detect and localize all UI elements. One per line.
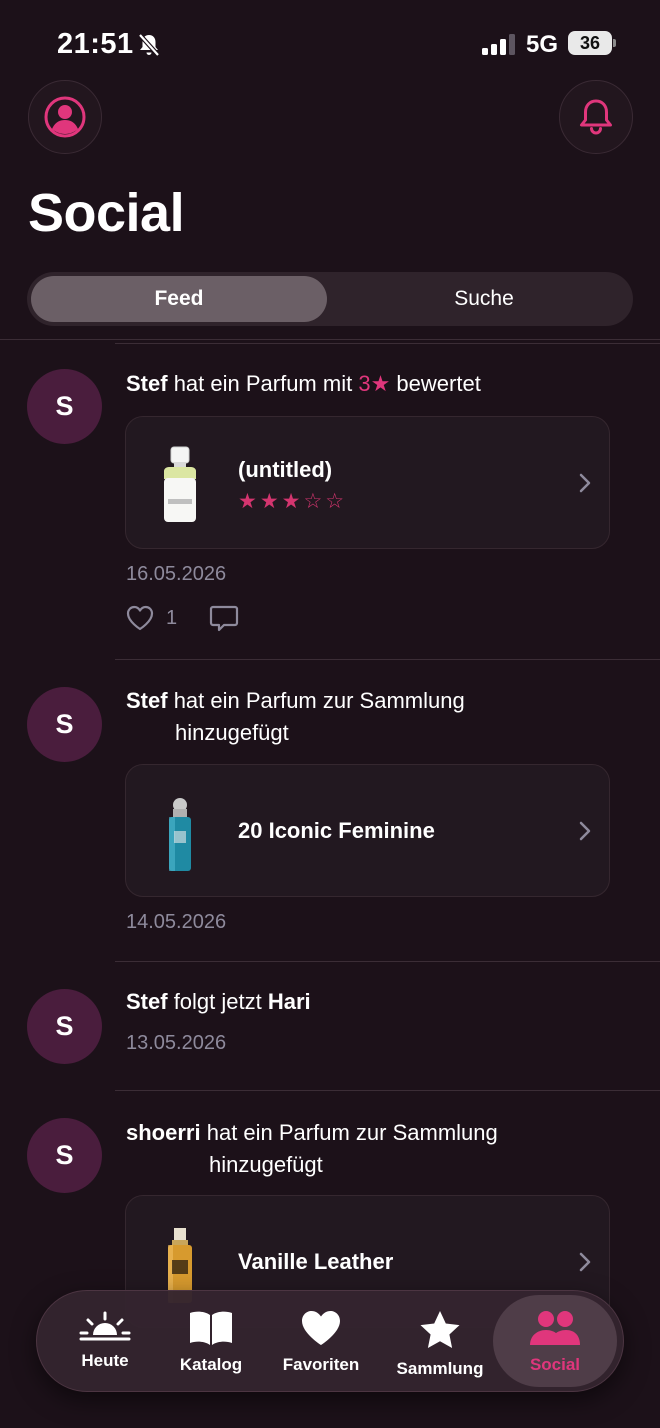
battery-icon: 36 xyxy=(568,31,616,55)
activity-action: hat ein Parfum zur Sammlung xyxy=(173,688,465,713)
perfume-bottle-image xyxy=(164,446,196,522)
activity-user[interactable]: Stef xyxy=(126,989,168,1014)
divider xyxy=(115,659,660,660)
tab-label: Favoriten xyxy=(282,1355,360,1374)
tab-heute[interactable]: Heute xyxy=(57,1291,153,1391)
bell-icon xyxy=(580,99,612,135)
activity-text: Stef folgt jetzt Hari xyxy=(126,986,311,1018)
divider xyxy=(115,1090,660,1091)
activity-date: 16.05.2026 xyxy=(126,563,227,585)
avatar[interactable]: S xyxy=(27,687,102,762)
battery-level: 36 xyxy=(568,31,612,55)
feed-search-segmented-control: Feed Suche xyxy=(27,272,633,326)
activity-action-cont: hinzugefügt xyxy=(209,1152,323,1177)
activity-date: 14.05.2026 xyxy=(126,911,227,933)
profile-button[interactable] xyxy=(28,80,102,154)
activity-text: shoerri hat ein Parfum zur Sammlung hinz… xyxy=(126,1117,498,1181)
notifications-button[interactable] xyxy=(559,80,633,154)
chevron-right-icon xyxy=(579,1252,591,1272)
comment-icon[interactable] xyxy=(209,604,239,632)
avatar[interactable]: S xyxy=(27,1118,102,1193)
divider xyxy=(115,961,660,962)
page-title: Social xyxy=(28,183,185,243)
star-icon xyxy=(420,1311,460,1348)
like-count: 1 xyxy=(166,606,178,629)
rating-stars-filled: ★★★ xyxy=(238,490,304,513)
tab-social[interactable]: Social xyxy=(503,1291,607,1391)
social-screen: 21:51 5G 36 Social Feed Suche S Stef hat… xyxy=(0,0,660,1428)
network-type: 5G xyxy=(526,31,559,58)
perfume-title: (untitled) xyxy=(238,457,333,482)
perfume-title: Vanille Leather xyxy=(238,1249,394,1274)
divider xyxy=(115,343,660,344)
profile-icon xyxy=(44,96,86,138)
perfume-card[interactable]: (untitled) ★★★☆☆ xyxy=(125,416,610,549)
activity-action: hat ein Parfum zur Sammlung xyxy=(206,1120,498,1145)
tab-favoriten[interactable]: Favoriten xyxy=(271,1291,371,1391)
activity-text: Stef hat ein Parfum mit 3★ bewertet xyxy=(126,368,481,400)
status-bar: 21:51 5G 36 xyxy=(0,0,660,88)
people-icon xyxy=(530,1311,580,1345)
segment-search[interactable]: Suche xyxy=(339,276,629,322)
rating-stars: ★★★☆☆ xyxy=(238,489,347,514)
tab-label: Social xyxy=(529,1355,581,1374)
activity-actions: 1 xyxy=(126,602,239,634)
activity-text: Stef hat ein Parfum zur Sammlung hinzuge… xyxy=(126,685,465,749)
chevron-right-icon xyxy=(579,821,591,841)
avatar[interactable]: S xyxy=(27,989,102,1064)
tab-katalog[interactable]: Katalog xyxy=(163,1291,259,1391)
tab-bar: Heute Katalog Favoriten Sammlung Social xyxy=(36,1290,624,1392)
tab-sammlung[interactable]: Sammlung xyxy=(387,1291,493,1391)
activity-user[interactable]: Stef xyxy=(126,371,168,396)
tab-label: Katalog xyxy=(179,1355,243,1374)
perfume-bottle-image xyxy=(169,798,191,871)
book-icon xyxy=(190,1311,232,1345)
cellular-signal-icon xyxy=(482,34,515,55)
perfume-title: 20 Iconic Feminine xyxy=(238,818,435,843)
activity-user[interactable]: shoerri xyxy=(126,1120,201,1145)
bell-off-icon xyxy=(138,33,160,57)
activity-action-suffix: bewertet xyxy=(396,371,481,396)
activity-user[interactable]: Stef xyxy=(126,688,168,713)
activity-date: 13.05.2026 xyxy=(126,1032,227,1054)
activity-target-user[interactable]: Hari xyxy=(268,989,311,1014)
tab-label: Sammlung xyxy=(396,1359,484,1378)
segment-feed[interactable]: Feed xyxy=(31,276,327,322)
heart-icon xyxy=(302,1311,340,1345)
chevron-right-icon xyxy=(579,473,591,493)
tab-label: Heute xyxy=(81,1351,129,1370)
sunrise-icon xyxy=(79,1311,131,1341)
avatar[interactable]: S xyxy=(27,369,102,444)
activity-action-cont: hinzugefügt xyxy=(175,720,289,745)
perfume-card[interactable]: 20 Iconic Feminine xyxy=(125,764,610,897)
heart-outline-icon[interactable] xyxy=(126,605,154,631)
divider xyxy=(0,339,660,340)
activity-action: folgt jetzt xyxy=(173,989,262,1014)
activity-action: hat ein Parfum mit xyxy=(173,371,353,396)
rating-value: 3★ xyxy=(358,371,391,396)
status-time: 21:51 xyxy=(57,28,134,60)
rating-stars-empty: ☆☆ xyxy=(303,490,348,513)
